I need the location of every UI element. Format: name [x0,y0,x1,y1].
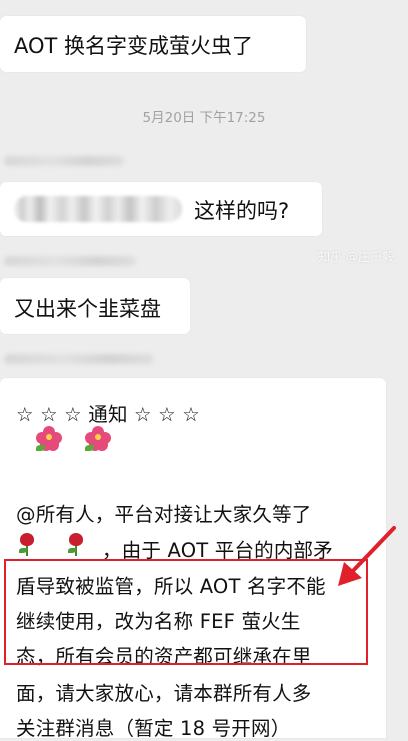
hibiscus-emoji-row [36,426,112,452]
message-bubble[interactable]: 又出来个韭菜盘 [0,278,190,334]
watermark-text: 知乎 @庄千毅 [318,250,394,264]
notice-line: 关注群消息（暂定 18 号开网） [16,717,291,740]
hibiscus-icon [36,426,62,452]
hibiscus-icon [85,426,112,452]
mosaic-blurred-content [14,196,182,222]
message-bubble[interactable]: AOT 换名字变成萤火虫了 [0,16,306,72]
sender-name-blurred [4,354,154,364]
notice-header: ☆ ☆ ☆ 通知 ☆ ☆ ☆ [16,403,200,426]
red-arrow-icon [338,526,396,586]
rose-icon [16,531,38,557]
notice-line: 面，请大家放心，请本群所有人多 [16,682,312,705]
message-text: AOT 换名字变成萤火虫了 [14,34,254,58]
message-text: 这样的吗? [194,199,290,223]
notice-message-bubble[interactable]: ☆ ☆ ☆ 通知 ☆ ☆ ☆ @所有人，平台对接让大家久等了 ，由于 AOT 平… [0,378,386,740]
message-timestamp: 5月20日 下午17:25 [142,110,266,126]
rose-icon [65,531,87,557]
notice-line: @所有人，平台对接让大家久等了 [16,503,312,526]
highlight-box [4,559,368,665]
sender-name-blurred [4,256,136,266]
sender-name-blurred [4,156,124,166]
message-bubble[interactable]: 这样的吗? [0,182,322,236]
rose-emoji-row [16,531,87,557]
message-text: 又出来个韭菜盘 [14,297,161,321]
